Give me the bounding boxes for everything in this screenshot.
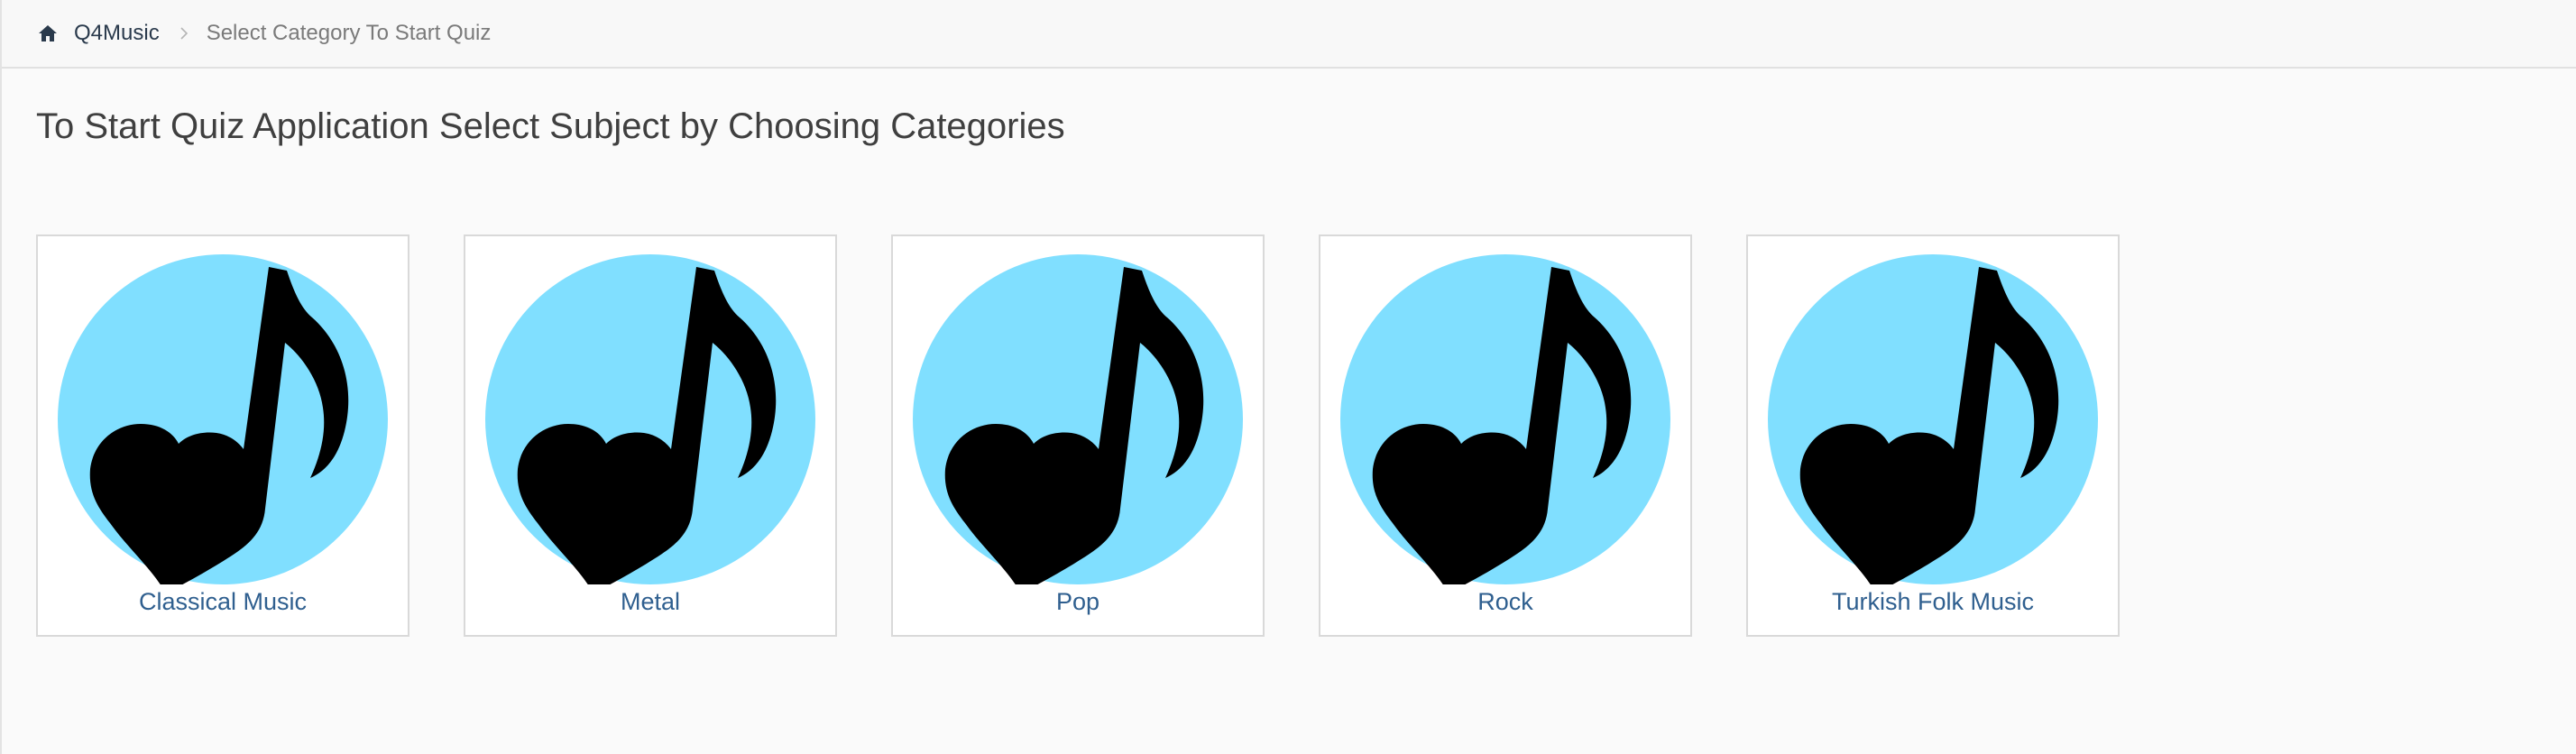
category-label[interactable]: Pop [893, 588, 1263, 616]
breadcrumb-home-link[interactable]: Q4Music [74, 21, 160, 46]
category-label[interactable]: Turkish Folk Music [1748, 588, 2118, 616]
music-note-heart-icon [1340, 254, 1670, 584]
music-note-heart-icon [58, 254, 388, 584]
home-icon [38, 23, 58, 43]
page-title: To Start Quiz Application Select Subject… [36, 106, 1065, 146]
breadcrumb: Q4Music Select Category To Start Quiz [2, 0, 2576, 69]
category-card-metal[interactable]: Metal [464, 234, 837, 637]
music-note-heart-icon [485, 254, 815, 584]
music-note-heart-icon [913, 254, 1243, 584]
category-card-rock[interactable]: Rock [1319, 234, 1692, 637]
category-label[interactable]: Classical Music [38, 588, 408, 616]
category-card-classical-music[interactable]: Classical Music [36, 234, 409, 637]
category-label[interactable]: Rock [1320, 588, 1690, 616]
category-list: Classical Music Metal Pop Rock Turkish F… [36, 234, 2120, 637]
category-label[interactable]: Metal [465, 588, 835, 616]
category-card-turkish-folk-music[interactable]: Turkish Folk Music [1746, 234, 2120, 637]
category-card-pop[interactable]: Pop [891, 234, 1265, 637]
page-left-border [0, 0, 2, 754]
music-note-heart-icon [1768, 254, 2098, 584]
breadcrumb-current: Select Category To Start Quiz [206, 21, 492, 45]
chevron-right-icon [178, 27, 190, 40]
